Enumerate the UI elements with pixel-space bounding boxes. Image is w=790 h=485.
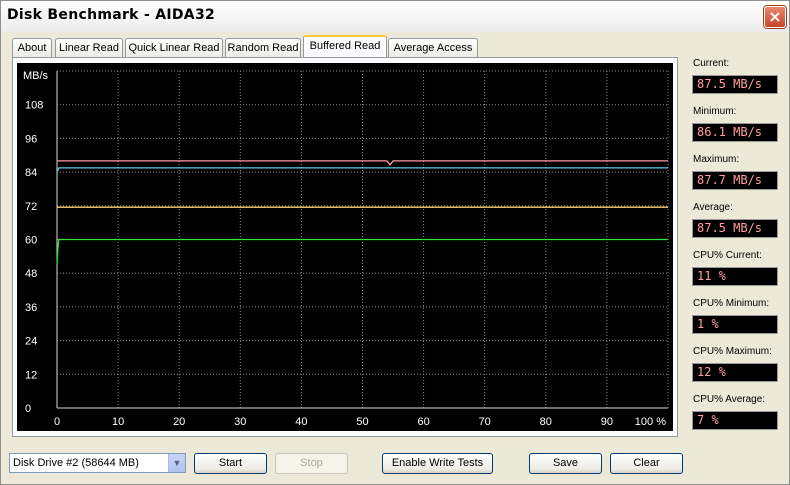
stat-value: 11 % (692, 267, 778, 286)
x-tick-label: 40 (295, 416, 307, 428)
tab-random-read[interactable]: Random Read (225, 38, 301, 57)
y-tick-label: 36 (25, 302, 37, 314)
stat-label: Maximum: (693, 154, 740, 165)
title-bar[interactable]: Disk Benchmark - AIDA32 × (1, 1, 789, 32)
enable-write-tests-button[interactable]: Enable Write Tests (382, 453, 493, 474)
start-button[interactable]: Start (194, 453, 267, 474)
y-tick-label: 60 (25, 235, 37, 247)
x-tick-label: 20 (173, 416, 185, 428)
x-tick-label: 0 (54, 416, 60, 428)
clear-button[interactable]: Clear (610, 453, 683, 474)
x-tick-label: 100 % (635, 416, 666, 428)
stat-value: 87.5 MB/s (692, 75, 778, 94)
stat-label: Average: (693, 202, 733, 213)
tab-buffered-read[interactable]: Buffered Read (303, 35, 387, 58)
tab-linear-read[interactable]: Linear Read (55, 38, 123, 57)
drive-select-value: Disk Drive #2 (58644 MB) (13, 457, 139, 469)
tab-average-access[interactable]: Average Access (388, 38, 478, 57)
x-tick-label: 50 (356, 416, 368, 428)
stat-value: 87.7 MB/s (692, 171, 778, 190)
stat-label: Minimum: (693, 106, 737, 117)
drive-select[interactable]: Disk Drive #2 (58644 MB) ▼ (9, 453, 186, 473)
x-tick-label: 80 (540, 416, 552, 428)
stat-label: CPU% Maximum: (693, 346, 772, 357)
y-axis-label: MB/s (23, 70, 49, 82)
stat-value: 1 % (692, 315, 778, 334)
y-tick-label: 48 (25, 268, 37, 280)
chevron-down-icon[interactable]: ▼ (168, 454, 185, 472)
x-tick-label: 90 (601, 416, 613, 428)
y-tick-label: 84 (25, 167, 37, 179)
x-tick-label: 70 (479, 416, 491, 428)
stat-label: CPU% Average: (693, 394, 766, 405)
x-tick-label: 10 (112, 416, 124, 428)
y-tick-label: 96 (25, 133, 37, 145)
tab-about[interactable]: About (12, 38, 52, 57)
stop-button[interactable]: Stop (275, 453, 348, 474)
stat-label: CPU% Current: (693, 250, 762, 261)
close-icon[interactable]: × (764, 6, 786, 28)
stat-value: 12 % (692, 363, 778, 382)
window-title: Disk Benchmark - AIDA32 (7, 7, 216, 23)
chart-labels: 0 10 20 30 40 50 60 70 80 90 100 % 0 12 24 36 48 60 72 84 9… (23, 70, 666, 428)
stat-label: CPU% Minimum: (693, 298, 770, 309)
stat-value: 86.1 MB/s (692, 123, 778, 142)
stat-value: 7 % (692, 411, 778, 430)
benchmark-chart: 0 10 20 30 40 50 60 70 80 90 100 % 0 12 24 36 48 60 72 84 9… (17, 63, 673, 431)
y-tick-label: 0 (25, 403, 31, 415)
tab-quick-linear-read[interactable]: Quick Linear Read (125, 38, 223, 57)
y-tick-label: 72 (25, 201, 37, 213)
x-tick-label: 60 (417, 416, 429, 428)
stat-label: Current: (693, 58, 730, 69)
stat-value: 87.5 MB/s (692, 219, 778, 238)
y-tick-label: 24 (25, 336, 37, 348)
x-tick-label: 30 (234, 416, 246, 428)
y-tick-label: 108 (25, 100, 43, 112)
series-line (56, 238, 668, 265)
save-button[interactable]: Save (529, 453, 602, 474)
y-tick-label: 12 (25, 369, 37, 381)
